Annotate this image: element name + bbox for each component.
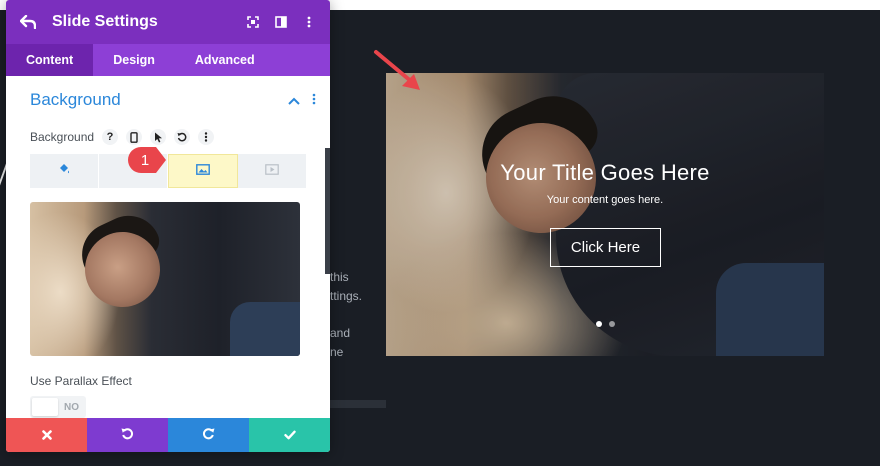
slide-dot-active[interactable] [595,321,602,327]
tab-advanced[interactable]: Advanced [175,44,275,76]
undo-icon [121,427,134,443]
slide-overlay [386,73,824,356]
collapse-chevron-icon[interactable] [288,93,300,108]
panel-body: Background Background ? Use Parallax Eff… [6,76,330,418]
cancel-button[interactable] [6,418,87,452]
preview-image-jeans [230,302,300,356]
header-actions [246,15,316,29]
step-badge-number: 1 [141,152,149,169]
background-option-label: Background [30,130,95,144]
background-text-fragment: ttings. [330,289,363,303]
panel-tabs: Content Design Advanced [6,44,330,76]
more-options-icon[interactable] [302,15,316,29]
background-section-header[interactable]: Background [6,76,330,124]
undo-button[interactable] [87,418,168,452]
back-arrow-icon[interactable] [20,13,38,31]
section-more-icon[interactable] [312,93,316,108]
bg-tab-video[interactable] [238,154,306,188]
option-more-icon[interactable] [198,129,215,145]
panel-title: Slide Settings [52,13,158,30]
background-image-preview[interactable] [30,202,300,356]
background-option-row: Background ? [6,128,330,146]
toggle-state-text: NO [64,401,79,413]
video-icon [265,162,279,180]
bg-tab-color[interactable] [30,154,99,188]
annotation-arrow-icon [374,50,420,90]
fullscreen-icon[interactable] [246,15,260,29]
help-icon[interactable]: ? [102,129,119,145]
image-icon [196,162,210,180]
color-fill-icon [57,162,71,181]
section-title: Background [30,90,121,109]
parallax-label: Use Parallax Effect [30,374,132,388]
close-icon [41,427,52,443]
toggle-knob [32,398,58,416]
panel-header: Slide Settings [6,0,330,44]
slide-title: Your Title Goes Here [500,160,710,185]
background-type-tabs [30,154,306,188]
reset-icon[interactable] [174,129,191,145]
slide-pagination [386,321,824,327]
panel-footer [6,418,330,452]
background-text-fragment: ne [330,345,344,359]
split-view-icon[interactable] [274,15,288,29]
checkmark-icon [283,427,296,443]
slide-dot[interactable] [608,321,615,327]
parallax-toggle[interactable]: NO [30,396,86,418]
tab-design[interactable]: Design [93,44,175,76]
slide-preview[interactable]: Your Title Goes Here Your content goes h… [386,73,824,356]
redo-icon [202,427,215,443]
bg-tab-image[interactable] [168,154,238,188]
slide-settings-panel: Slide Settings Content Design Advanced B… [6,0,330,452]
hover-cursor-icon[interactable] [150,129,167,145]
slide-cta-button[interactable]: Click Here [550,228,661,267]
panel-scrollbar[interactable] [325,148,330,274]
step-badge-icon: 1 [128,147,166,173]
background-text-fragment: this [330,270,349,284]
slide-content: Your content goes here. [546,194,664,206]
background-text-fragment: and [330,326,351,340]
save-button[interactable] [249,418,330,452]
tab-content[interactable]: Content [6,44,94,76]
redo-button[interactable] [168,418,249,452]
mobile-icon[interactable] [126,129,143,145]
